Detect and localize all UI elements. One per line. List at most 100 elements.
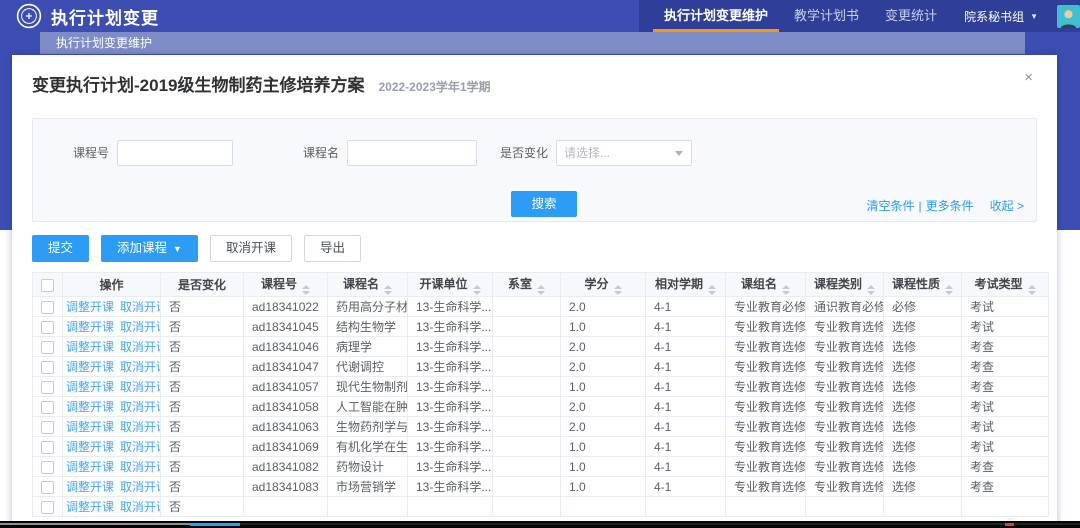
column-header-course_no[interactable]: 课程号 xyxy=(244,273,328,297)
cancel-course-link[interactable]: 取消开课 xyxy=(120,360,160,374)
row-checkbox[interactable] xyxy=(41,301,54,314)
cancel-course-link[interactable]: 取消开课 xyxy=(120,440,160,454)
adjust-course-link[interactable]: 调整开课 xyxy=(66,380,114,394)
cell-unit: 13-生命科学... xyxy=(408,397,493,417)
row-checkbox[interactable] xyxy=(41,401,54,414)
nav-tab[interactable]: 变更统计 xyxy=(872,0,950,32)
row-checkbox[interactable] xyxy=(41,441,54,454)
cell-course_no: ad18341047 xyxy=(244,357,328,377)
adjust-course-link[interactable]: 调整开课 xyxy=(66,500,114,514)
export-button[interactable]: 导出 xyxy=(304,235,361,262)
sort-icon[interactable] xyxy=(708,285,716,295)
row-checkbox[interactable] xyxy=(41,361,54,374)
column-header-group[interactable]: 课组名 xyxy=(726,273,806,297)
cell-course_name: 代谢调控 xyxy=(328,357,408,377)
adjust-course-link[interactable]: 调整开课 xyxy=(66,480,114,494)
adjust-course-link[interactable]: 调整开课 xyxy=(66,420,114,434)
cell-nature: 必修 xyxy=(884,297,962,317)
cell-unit: 13-生命科学... xyxy=(408,357,493,377)
cell-exam: 考查 xyxy=(962,357,1049,377)
cancel-course-link[interactable]: 取消开课 xyxy=(120,340,160,354)
cell-group: 专业教育必修... xyxy=(726,297,806,317)
sort-icon[interactable] xyxy=(384,285,392,295)
cell-dept xyxy=(493,497,561,517)
column-header-unit[interactable]: 开课单位 xyxy=(408,273,493,297)
add-course-button[interactable]: 添加课程▼ xyxy=(101,235,198,262)
nav-tab[interactable]: 教学计划书 xyxy=(781,0,872,32)
collapse-link[interactable]: 收起 > xyxy=(990,197,1024,214)
adjust-course-link[interactable]: 调整开课 xyxy=(66,300,114,314)
cell-nature: 选修 xyxy=(884,437,962,457)
course-name-label: 课程名 xyxy=(263,140,339,166)
column-header-rel_term[interactable]: 相对学期 xyxy=(646,273,726,297)
sort-icon[interactable] xyxy=(867,285,875,295)
column-header-category[interactable]: 课程类别 xyxy=(806,273,884,297)
clear-conditions-link[interactable]: 清空条件 xyxy=(867,197,915,214)
cancel-course-link[interactable]: 取消开课 xyxy=(120,400,160,414)
course-no-input[interactable] xyxy=(117,140,233,166)
column-label: 考试类型 xyxy=(974,277,1022,291)
course-name-input[interactable] xyxy=(347,140,477,166)
course-table-wrap: 操作是否变化课程号课程名开课单位系室学分相对学期课组名课程类别课程性质考试类型 … xyxy=(32,272,1048,517)
cell-group xyxy=(726,497,806,517)
adjust-course-link[interactable]: 调整开课 xyxy=(66,400,114,414)
table-row: 调整开课取消开课否ad18341057现代生物制剂...13-生命科学...1.… xyxy=(33,377,1049,397)
cell-changed: 否 xyxy=(161,317,244,337)
select-all-checkbox[interactable] xyxy=(41,279,54,292)
user-role-menu[interactable]: 院系秘书组 ▼ xyxy=(964,8,1038,25)
cancel-course-link[interactable]: 取消开课 xyxy=(120,380,160,394)
row-checkbox[interactable] xyxy=(41,501,54,514)
sort-icon[interactable] xyxy=(1028,285,1036,295)
cell-changed: 否 xyxy=(161,357,244,377)
column-header-exam[interactable]: 考试类型 xyxy=(962,273,1049,297)
adjust-course-link[interactable]: 调整开课 xyxy=(66,440,114,454)
close-icon[interactable]: × xyxy=(1024,70,1033,85)
progress-played xyxy=(190,523,240,526)
column-header-course_name[interactable]: 课程名 xyxy=(328,273,408,297)
submit-button[interactable]: 提交 xyxy=(32,235,89,262)
cell-unit: 13-生命科学... xyxy=(408,297,493,317)
cell-course_name: 病理学 xyxy=(328,337,408,357)
row-checkbox[interactable] xyxy=(41,321,54,334)
column-header-nature[interactable]: 课程性质 xyxy=(884,273,962,297)
video-progress-bar[interactable] xyxy=(0,521,1080,528)
sort-icon[interactable] xyxy=(945,285,953,295)
column-header-credit[interactable]: 学分 xyxy=(561,273,646,297)
cell-category: 专业教育选修... xyxy=(806,437,884,457)
cancel-course-link[interactable]: 取消开课 xyxy=(120,420,160,434)
sort-icon[interactable] xyxy=(473,285,481,295)
column-header-dept[interactable]: 系室 xyxy=(493,273,561,297)
row-checkbox[interactable] xyxy=(41,341,54,354)
cancel-course-button[interactable]: 取消开课 xyxy=(210,235,292,262)
cancel-course-link[interactable]: 取消开课 xyxy=(120,500,160,514)
cell-unit: 13-生命科学... xyxy=(408,377,493,397)
adjust-course-link[interactable]: 调整开课 xyxy=(66,460,114,474)
adjust-course-link[interactable]: 调整开课 xyxy=(66,340,114,354)
row-checkbox[interactable] xyxy=(41,481,54,494)
cell-course_no: ad18341069 xyxy=(244,437,328,457)
adjust-course-link[interactable]: 调整开课 xyxy=(66,360,114,374)
nav-tab[interactable]: 执行计划变更维护 xyxy=(651,0,781,32)
table-row: 调整开课取消开课否ad18341082药物设计13-生命科学...1.04-1专… xyxy=(33,457,1049,477)
sort-icon[interactable] xyxy=(782,285,790,295)
changed-select[interactable]: 请选择... xyxy=(556,140,692,166)
avatar[interactable] xyxy=(1057,5,1080,28)
cancel-course-link[interactable]: 取消开课 xyxy=(120,460,160,474)
cancel-course-link[interactable]: 取消开课 xyxy=(120,320,160,334)
sort-icon[interactable] xyxy=(302,285,310,295)
more-conditions-link[interactable]: 更多条件 xyxy=(926,197,974,214)
cell-unit: 13-生命科学... xyxy=(408,477,493,497)
row-checkbox[interactable] xyxy=(41,381,54,394)
sort-icon[interactable] xyxy=(614,285,622,295)
column-label: 操作 xyxy=(99,278,123,292)
cancel-course-link[interactable]: 取消开课 xyxy=(120,300,160,314)
column-label: 课程名 xyxy=(343,277,379,291)
row-checkbox[interactable] xyxy=(41,421,54,434)
row-checkbox[interactable] xyxy=(41,461,54,474)
cell-rel_term: 4-1 xyxy=(646,437,726,457)
cell-category: 通识教育必修... xyxy=(806,297,884,317)
search-button[interactable]: 搜索 xyxy=(511,191,577,217)
sort-icon[interactable] xyxy=(537,285,545,295)
cancel-course-link[interactable]: 取消开课 xyxy=(120,480,160,494)
adjust-course-link[interactable]: 调整开课 xyxy=(66,320,114,334)
